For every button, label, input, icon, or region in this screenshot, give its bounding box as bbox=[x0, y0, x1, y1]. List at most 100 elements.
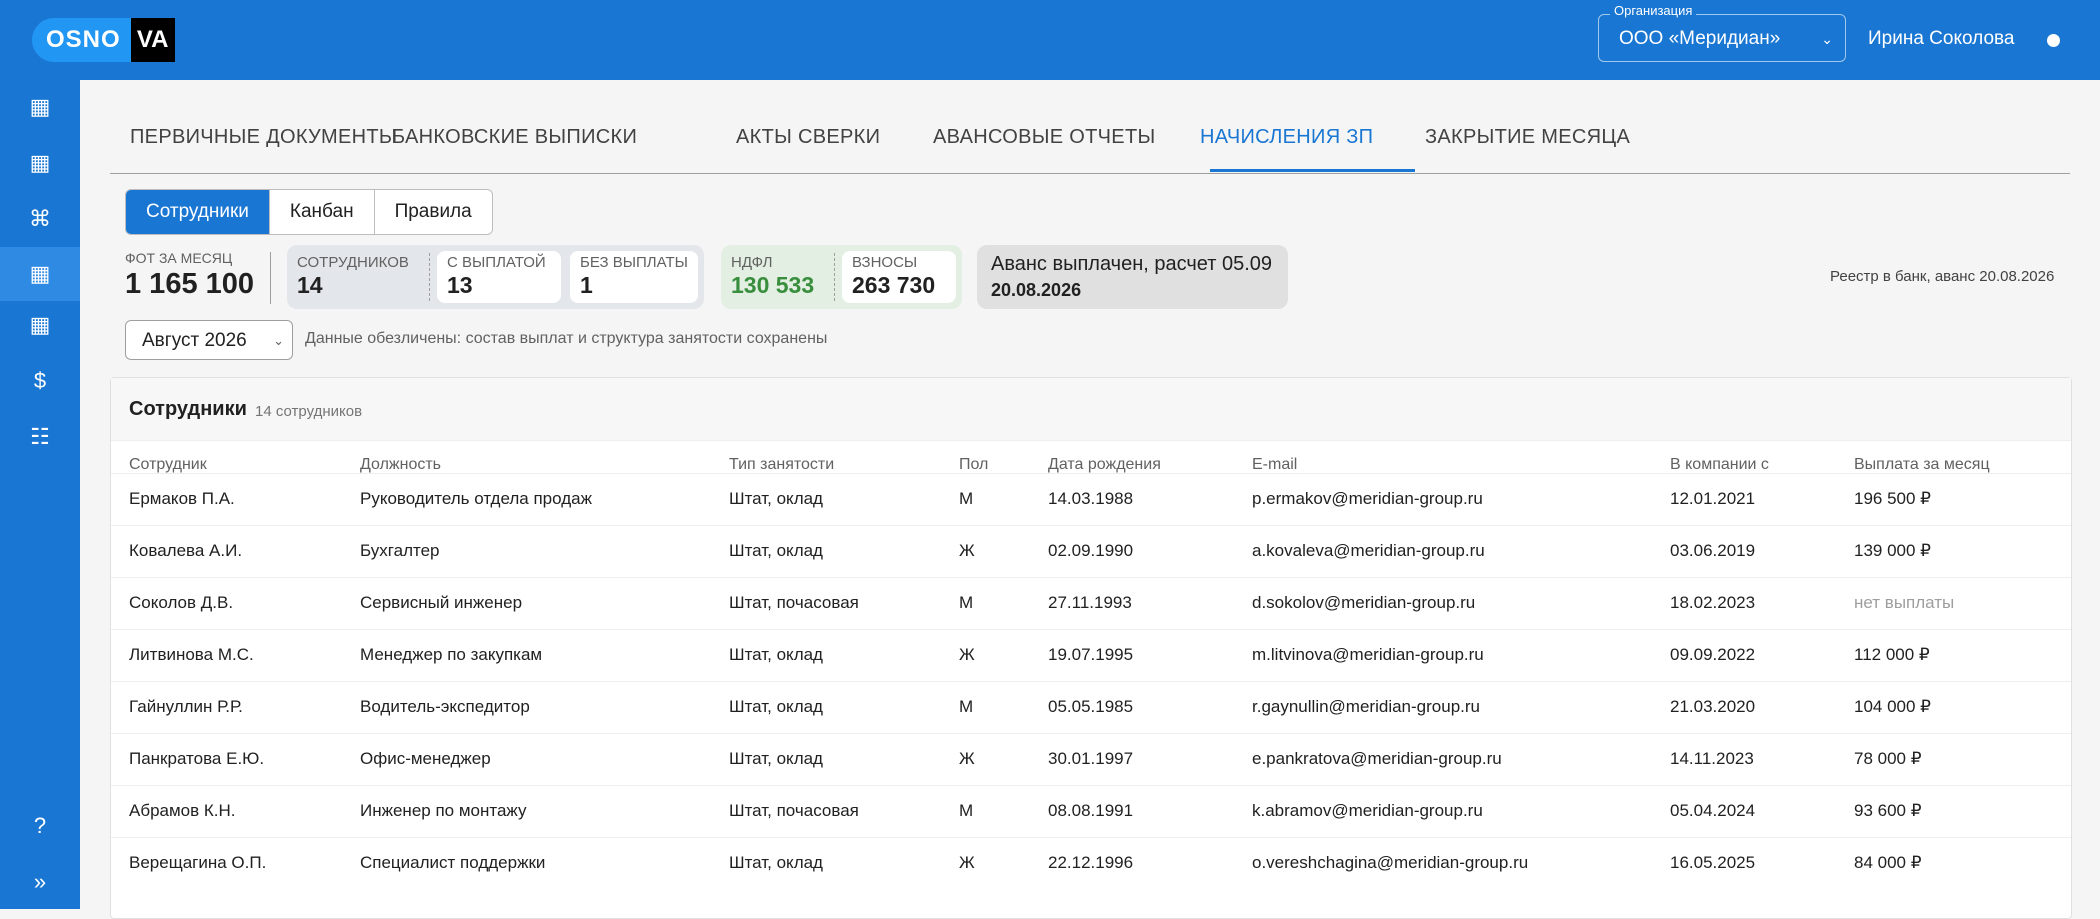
command-icon: ⌘ bbox=[29, 206, 51, 231]
column-header[interactable]: Пол bbox=[959, 456, 988, 474]
divider bbox=[834, 253, 835, 301]
sidebar-item-7[interactable]: ☷ bbox=[0, 410, 80, 464]
tab-primary-docs[interactable]: ПЕРВИЧНЫЕ ДОКУМЕНТЫ bbox=[130, 126, 397, 149]
employee-name: Ермаков П.А. bbox=[129, 489, 235, 508]
tab-payroll[interactable]: НАЧИСЛЕНИЯ ЗП bbox=[1200, 126, 1373, 149]
employee-email[interactable]: k.abramov@meridian-group.ru bbox=[1252, 801, 1483, 821]
employee-gender: Ж bbox=[959, 541, 975, 560]
birth-date: 27.11.1993 bbox=[1048, 593, 1132, 612]
user-menu-icon[interactable] bbox=[2047, 34, 2060, 47]
tab-reconciliation[interactable]: АКТЫ СВЕРКИ bbox=[736, 126, 880, 149]
employee-email[interactable]: d.sokolov@meridian-group.ru bbox=[1252, 593, 1475, 613]
logo-text-left: OSNO bbox=[32, 18, 131, 62]
paid-stat-label: С ВЫПЛАТОЙ bbox=[447, 254, 546, 271]
tab-bank-statements[interactable]: БАНКОВСКИЕ ВЫПИСКИ bbox=[392, 126, 637, 149]
tab-month-close[interactable]: ЗАКРЫТИЕ МЕСЯЦА bbox=[1425, 126, 1630, 149]
employment-type: Штат, почасовая bbox=[729, 801, 859, 820]
employment-type: Штат, оклад bbox=[729, 645, 823, 664]
hire-date: 21.03.2020 bbox=[1670, 697, 1756, 716]
column-header[interactable]: Выплата за месяц bbox=[1854, 456, 1990, 474]
table-row[interactable]: Ермаков П.А. Руководитель отдела продаж Шт… bbox=[111, 473, 2071, 526]
organization-select[interactable]: ООО «Меридиан» ⌄ bbox=[1598, 14, 1846, 62]
hire-date: 03.06.2019 bbox=[1670, 541, 1756, 560]
employees-stat: СОТРУДНИКОВ 14 bbox=[287, 245, 429, 309]
chevron-down-icon: ⌄ bbox=[1821, 31, 1833, 47]
view-employees-button[interactable]: Сотрудники bbox=[126, 190, 270, 234]
ndfl-stat-label: НДФЛ bbox=[731, 254, 773, 271]
month-select[interactable]: Август 2026 ⌄ bbox=[125, 320, 293, 360]
view-kanban-button[interactable]: Канбан bbox=[270, 190, 375, 234]
employee-position: Офис-менеджер bbox=[360, 749, 491, 768]
column-header[interactable]: В компании с bbox=[1670, 456, 1769, 474]
employee-position: Бухгалтер bbox=[360, 541, 440, 560]
employee-position: Водитель-экспедитор bbox=[360, 697, 530, 716]
sidebar-item-1[interactable]: ▦ bbox=[0, 80, 80, 134]
payroll-fund-label: ФОТ ЗА МЕСЯЦ bbox=[125, 250, 233, 266]
employee-email[interactable]: e.pankratova@meridian-group.ru bbox=[1252, 749, 1502, 769]
view-switcher: Сотрудники Канбан Правила bbox=[125, 189, 493, 235]
sidebar-item-2[interactable]: ▦ bbox=[0, 136, 80, 190]
sidebar-item-3[interactable]: ⌘ bbox=[0, 192, 80, 246]
table-row[interactable]: Литвинова М.С. Менеджер по закупкам Штат, … bbox=[111, 629, 2071, 682]
tab-expense-reports[interactable]: АВАНСОВЫЕ ОТЧЕТЫ bbox=[933, 126, 1155, 149]
hire-date: 14.11.2023 bbox=[1670, 749, 1754, 768]
column-header[interactable]: Сотрудник bbox=[129, 456, 207, 474]
help-button[interactable]: ? bbox=[0, 799, 80, 853]
birth-date: 22.12.1996 bbox=[1048, 853, 1134, 872]
column-header[interactable]: Должность bbox=[360, 456, 441, 474]
birth-date: 14.03.1988 bbox=[1048, 489, 1134, 508]
app-logo[interactable]: OSNO VA bbox=[32, 18, 175, 62]
panel-header: Сотрудники 14 сотрудников bbox=[111, 378, 2071, 441]
column-header[interactable]: Тип занятости bbox=[729, 456, 834, 474]
unpaid-stat-value: 1 bbox=[580, 272, 593, 298]
user-name[interactable]: Ирина Соколова bbox=[1868, 28, 2014, 50]
employee-email[interactable]: r.gaynullin@meridian-group.ru bbox=[1252, 697, 1480, 717]
advance-status-text: Аванс выплачен, расчет 05.09 bbox=[991, 253, 1273, 275]
hire-date: 18.02.2023 bbox=[1670, 593, 1756, 612]
expand-sidebar-button[interactable]: » bbox=[0, 855, 80, 909]
table-row[interactable]: Соколов Д.В. Сервисный инженер Штат, почас… bbox=[111, 577, 2071, 630]
birth-date: 30.01.1997 bbox=[1048, 749, 1134, 768]
birth-date: 08.08.1991 bbox=[1048, 801, 1134, 820]
organization-selector[interactable]: ООО «Меридиан» ⌄ Организация bbox=[1598, 3, 1848, 64]
employee-position: Руководитель отдела продаж bbox=[360, 489, 592, 508]
table-icon: ▦ bbox=[29, 94, 51, 119]
employee-email[interactable]: o.vereshchagina@meridian-group.ru bbox=[1252, 853, 1528, 873]
sidebar-item-4[interactable]: ▦ bbox=[0, 247, 80, 301]
employment-type: Штат, оклад bbox=[729, 749, 823, 768]
view-rules-button[interactable]: Правила bbox=[375, 190, 492, 234]
birth-date: 19.07.1995 bbox=[1048, 645, 1134, 664]
monthly-payout: 139 000 ₽ bbox=[1854, 541, 1931, 560]
dollar-icon: $ bbox=[33, 368, 47, 393]
employee-email[interactable]: a.kovaleva@meridian-group.ru bbox=[1252, 541, 1485, 561]
table-row[interactable]: Гайнуллин Р.Р. Водитель-экспедитор Штат, о… bbox=[111, 681, 2071, 734]
contributions-stat-value: 263 730 bbox=[852, 272, 936, 298]
sidebar-item-5[interactable]: ▦ bbox=[0, 298, 80, 352]
contributions-stat-label: ВЗНОСЫ bbox=[852, 254, 918, 271]
employee-count: 14 сотрудников bbox=[255, 403, 363, 420]
employee-email[interactable]: p.ermakov@meridian-group.ru bbox=[1252, 489, 1483, 509]
hire-date: 16.05.2025 bbox=[1670, 853, 1756, 872]
table-row[interactable]: Верещагина О.П. Специалист поддержки Штат,… bbox=[111, 837, 2071, 890]
anonymization-note: Данные обезличены: состав выплат и струк… bbox=[305, 330, 828, 347]
sidebar-item-6[interactable]: $ bbox=[0, 354, 80, 408]
employee-gender: Ж bbox=[959, 853, 975, 872]
employee-name: Литвинова М.С. bbox=[129, 645, 254, 664]
advance-status: Аванс выплачен, расчет 05.09 20.08.2026 bbox=[977, 245, 1288, 309]
monthly-payout: 84 000 ₽ bbox=[1854, 853, 1922, 872]
paid-stat-value: 13 bbox=[447, 272, 473, 298]
column-header[interactable]: E-mail bbox=[1252, 456, 1297, 474]
monthly-payout: 104 000 ₽ bbox=[1854, 697, 1931, 716]
employee-email[interactable]: m.litvinova@meridian-group.ru bbox=[1252, 645, 1484, 665]
column-header[interactable]: Дата рождения bbox=[1048, 456, 1161, 474]
table-row[interactable]: Панкратова Е.Ю. Офис-менеджер Штат, оклад Ж… bbox=[111, 733, 2071, 786]
unpaid-stat: БЕЗ ВЫПЛАТЫ 1 bbox=[570, 251, 698, 303]
table-row[interactable]: Абрамов К.Н. Инженер по монтажу Штат, поча… bbox=[111, 785, 2071, 838]
table-icon: ▦ bbox=[29, 150, 51, 175]
employee-position: Сервисный инженер bbox=[360, 593, 523, 612]
employment-type: Штат, почасовая bbox=[729, 593, 859, 612]
table-row[interactable]: Ковалева А.И. Бухгалтер Штат, оклад Ж 02.09.… bbox=[111, 525, 2071, 578]
employment-type: Штат, оклад bbox=[729, 853, 823, 872]
employee-name: Верещагина О.П. bbox=[129, 853, 267, 872]
monthly-payout: 112 000 ₽ bbox=[1854, 645, 1930, 664]
